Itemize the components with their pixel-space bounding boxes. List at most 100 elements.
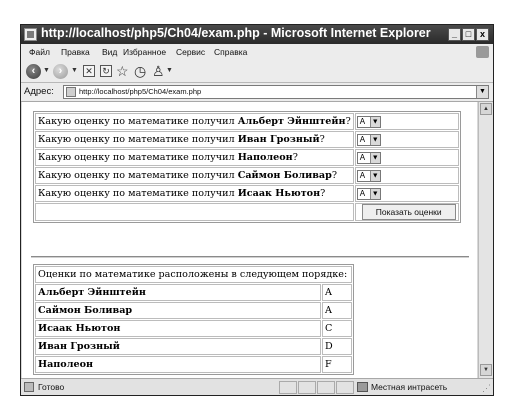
question-text: Какую оценку по математике получил Иван … bbox=[35, 131, 354, 148]
address-input[interactable]: http://localhost/php5/Ch04/exam.php ▼ bbox=[63, 85, 489, 99]
title-bar[interactable]: http://localhost/php5/Ch04/exam.php - Mi… bbox=[21, 25, 493, 44]
toolbar: ‹ ▼ › ▼ ✕ ↻ ☆ ◷ ♙ ▼ bbox=[21, 61, 493, 83]
grade-select[interactable]: A ▼ bbox=[356, 115, 381, 128]
scroll-down-icon[interactable]: ▼ bbox=[480, 364, 492, 376]
result-name: Исаак Ньютон bbox=[35, 320, 321, 337]
person-name: Наполеон bbox=[237, 152, 293, 163]
grade-select-value: A bbox=[359, 152, 366, 162]
grade-select[interactable]: A ▼ bbox=[356, 169, 381, 182]
grade-select-value: A bbox=[359, 188, 366, 198]
question-prefix: Какую оценку по математике получил bbox=[38, 134, 235, 145]
grade-select[interactable]: A ▼ bbox=[356, 151, 381, 164]
address-bar: Адрес: http://localhost/php5/Ch04/exam.p… bbox=[21, 83, 493, 102]
forward-icon[interactable]: › bbox=[53, 64, 68, 79]
refresh-icon[interactable]: ↻ bbox=[100, 65, 112, 77]
forward-dropdown-icon[interactable]: ▼ bbox=[71, 67, 78, 82]
maximize-button[interactable]: □ bbox=[462, 28, 475, 41]
grade-select-cell: A ▼ bbox=[354, 185, 459, 202]
divider bbox=[31, 256, 469, 258]
status-text: Готово bbox=[38, 382, 65, 392]
quiz-table: Какую оценку по математике получил Альбе… bbox=[33, 111, 461, 223]
question-text: Какую оценку по математике получил Саймо… bbox=[35, 167, 354, 184]
menu-bar: Файл Правка Вид Избранное Сервис Справка bbox=[21, 44, 493, 62]
submit-row: Показать оценки bbox=[35, 203, 459, 221]
result-name: Саймон Боливар bbox=[35, 302, 321, 319]
quiz-row: Какую оценку по математике получил Саймо… bbox=[35, 167, 459, 184]
results-row: Альберт Эйнштейн A bbox=[35, 284, 352, 301]
window-title: http://localhost/php5/Ch04/exam.php - Mi… bbox=[41, 26, 431, 40]
page-icon bbox=[66, 87, 76, 97]
resize-grip-icon[interactable]: ⋰ bbox=[482, 383, 491, 394]
print-icon[interactable]: ♙ bbox=[152, 62, 165, 79]
question-prefix: Какую оценку по математике получил bbox=[38, 170, 235, 181]
favorites-star-icon[interactable]: ☆ bbox=[116, 62, 129, 79]
quiz-row: Какую оценку по математике получил Исаак… bbox=[35, 185, 459, 202]
grade-select-cell: A ▼ bbox=[354, 113, 459, 130]
menu-tools[interactable]: Сервис bbox=[176, 47, 205, 57]
question-text: Какую оценку по математике получил Напол… bbox=[35, 149, 354, 166]
result-grade: C bbox=[322, 320, 352, 337]
result-grade: A bbox=[322, 284, 352, 301]
grade-select-value: A bbox=[359, 170, 366, 180]
page-content: Какую оценку по математике получил Альбе… bbox=[22, 102, 477, 378]
chevron-down-icon[interactable]: ▼ bbox=[369, 188, 380, 199]
grade-select-value: A bbox=[359, 116, 366, 126]
windows-flag-icon bbox=[476, 46, 489, 58]
print-dropdown-icon[interactable]: ▼ bbox=[166, 67, 173, 82]
status-bar: Готово Местная интрасеть ⋰ bbox=[21, 378, 493, 395]
results-header-row: Оценки по математике расположены в следу… bbox=[35, 266, 352, 283]
question-text: Какую оценку по математике получил Альбе… bbox=[35, 113, 354, 130]
submit-cell: Показать оценки bbox=[354, 203, 459, 221]
menu-favorites[interactable]: Избранное bbox=[123, 47, 166, 57]
result-name: Наполеон bbox=[35, 356, 321, 373]
minimize-button[interactable]: _ bbox=[448, 28, 461, 41]
status-pane bbox=[336, 381, 354, 394]
address-dropdown-icon[interactable]: ▼ bbox=[476, 86, 488, 98]
status-page-icon bbox=[24, 382, 34, 392]
status-pane bbox=[317, 381, 335, 394]
results-row: Саймон Боливар A bbox=[35, 302, 352, 319]
person-name: Исаак Ньютон bbox=[237, 188, 321, 199]
result-name: Альберт Эйнштейн bbox=[35, 284, 321, 301]
chevron-down-icon[interactable]: ▼ bbox=[369, 116, 380, 127]
menu-edit[interactable]: Правка bbox=[61, 47, 90, 57]
question-prefix: Какую оценку по математике получил bbox=[38, 188, 235, 199]
quiz-row: Какую оценку по математике получил Альбе… bbox=[35, 113, 459, 130]
grade-select[interactable]: A ▼ bbox=[356, 133, 381, 146]
result-grade: D bbox=[322, 338, 352, 355]
menu-view[interactable]: Вид bbox=[102, 47, 117, 57]
results-row: Исаак Ньютон C bbox=[35, 320, 352, 337]
result-grade: F bbox=[322, 356, 352, 373]
back-icon[interactable]: ‹ bbox=[26, 64, 41, 79]
quiz-row: Какую оценку по математике получил Иван … bbox=[35, 131, 459, 148]
result-name: Иван Грозный bbox=[35, 338, 321, 355]
results-table: Оценки по математике расположены в следу… bbox=[33, 264, 354, 375]
grade-select[interactable]: A ▼ bbox=[356, 187, 381, 200]
close-button[interactable]: x bbox=[476, 28, 489, 41]
grade-select-cell: A ▼ bbox=[354, 149, 459, 166]
menu-file[interactable]: Файл bbox=[29, 47, 50, 57]
empty-cell bbox=[35, 203, 354, 221]
chevron-down-icon[interactable]: ▼ bbox=[369, 170, 380, 181]
address-label: Адрес: bbox=[24, 86, 54, 97]
address-url[interactable]: http://localhost/php5/Ch04/exam.php bbox=[79, 87, 201, 96]
zone-text: Местная интрасеть bbox=[371, 382, 448, 392]
status-pane bbox=[298, 381, 316, 394]
scroll-up-icon[interactable]: ▲ bbox=[480, 103, 492, 115]
history-icon[interactable]: ◷ bbox=[134, 62, 146, 79]
vertical-scrollbar[interactable]: ▲ ▼ bbox=[478, 102, 493, 378]
intranet-zone-icon bbox=[357, 382, 368, 392]
results-header: Оценки по математике расположены в следу… bbox=[35, 266, 352, 283]
person-name: Альберт Эйнштейн bbox=[237, 116, 346, 127]
person-name: Иван Грозный bbox=[237, 134, 320, 145]
chevron-down-icon[interactable]: ▼ bbox=[369, 134, 380, 145]
menu-help[interactable]: Справка bbox=[214, 47, 247, 57]
question-text: Какую оценку по математике получил Исаак… bbox=[35, 185, 354, 202]
ie-page-icon bbox=[24, 28, 37, 41]
grade-select-value: A bbox=[359, 134, 366, 144]
stop-icon[interactable]: ✕ bbox=[83, 65, 95, 77]
browser-window: http://localhost/php5/Ch04/exam.php - Mi… bbox=[20, 24, 494, 396]
chevron-down-icon[interactable]: ▼ bbox=[369, 152, 380, 163]
show-grades-button[interactable]: Показать оценки bbox=[361, 204, 456, 220]
back-dropdown-icon[interactable]: ▼ bbox=[43, 67, 50, 82]
